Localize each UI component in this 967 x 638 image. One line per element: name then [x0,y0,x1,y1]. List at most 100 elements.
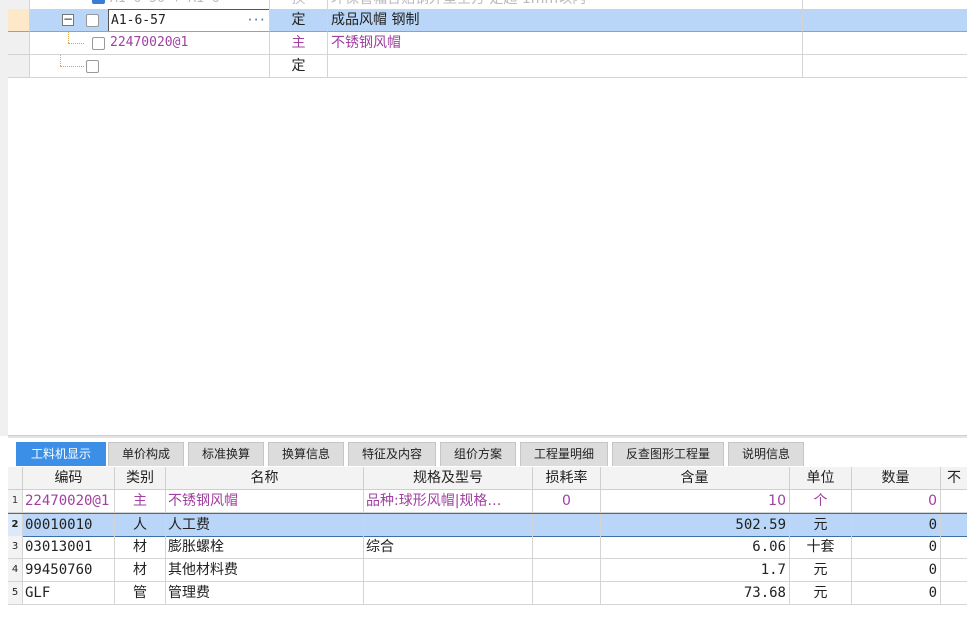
quantity-cell[interactable]: 0 [852,559,941,582]
truncated-cell [941,536,967,559]
content-cell[interactable]: 502.59 [601,514,790,537]
tab-standard-conversion[interactable]: 标准换算 [188,442,264,466]
row-indicator [8,32,30,55]
header-unit[interactable]: 单位 [790,467,852,490]
loss-rate-cell[interactable] [533,582,601,605]
type-cell[interactable]: 材 [115,559,166,582]
type-cell[interactable]: 材 [115,536,166,559]
header-loss-rate[interactable]: 损耗率 [533,467,601,490]
row-checkbox[interactable] [92,0,105,4]
row-number: 5 [8,582,23,605]
code-cell[interactable]: GLF [23,582,115,605]
extra-cell [803,32,967,55]
name-cell[interactable]: 不锈钢风帽 [166,490,364,513]
tab-quantity-details[interactable]: 工程量明细 [520,442,608,466]
loss-rate-cell[interactable] [533,514,601,537]
row-indicator [8,9,30,32]
unit-cell[interactable]: 个 [790,490,852,513]
row-number: 1 [8,490,23,513]
tab-pricing-scheme[interactable]: 组价方案 [440,442,516,466]
code-cell[interactable] [30,55,270,78]
tab-description[interactable]: 说明信息 [728,442,804,466]
quantity-cell[interactable]: 0 [852,536,941,559]
spec-cell[interactable] [364,582,533,605]
table-row[interactable]: 定 [8,55,967,78]
name-cell[interactable]: 人工费 [166,514,364,537]
spec-cell[interactable] [364,514,533,537]
row-checkbox[interactable] [86,14,99,27]
content-cell[interactable]: 10 [601,490,790,513]
code-cell[interactable]: 00010010 [23,514,115,537]
header-spec[interactable]: 规格及型号 [364,467,533,490]
tree-line [68,43,84,44]
unit-cell[interactable]: 元 [790,582,852,605]
row-number: 3 [8,536,23,559]
name-cell[interactable]: 其他材料费 [166,559,364,582]
type-cell: 定 [270,9,328,32]
header-quantity[interactable]: 数量 [852,467,941,490]
unit-cell[interactable]: 十套 [790,536,852,559]
name-cell: 成品风帽 钢制 [328,9,803,32]
code-cell[interactable]: 22470020@1 [23,490,115,513]
tab-unit-price-composition[interactable]: 单价构成 [108,442,184,466]
header-name[interactable]: 名称 [166,467,364,490]
header-content[interactable]: 含量 [601,467,790,490]
name-cell[interactable]: 膨胀螺栓 [166,536,364,559]
left-gutter [0,0,8,436]
loss-rate-cell[interactable] [533,559,601,582]
truncated-cell [941,582,967,605]
table-row[interactable]: 5 GLF 管 管理费 73.68 元 0 [8,582,967,605]
spec-cell[interactable] [364,559,533,582]
loss-rate-cell[interactable] [533,536,601,559]
quantity-cell[interactable]: 0 [852,582,941,605]
type-cell[interactable]: 主 [115,490,166,513]
tab-reverse-graphic-quantity[interactable]: 反查图形工程量 [612,442,724,466]
table-row[interactable]: 4 99450760 材 其他材料费 1.7 元 0 [8,559,967,582]
unit-cell[interactable]: 元 [790,559,852,582]
code-cell[interactable]: 99450760 [23,559,115,582]
table-row[interactable]: 3 03013001 材 膨胀螺栓 综合 6.06 十套 0 [8,536,967,559]
type-cell[interactable]: 人 [115,514,166,537]
header-truncated[interactable]: 不 [941,467,967,490]
row-number: 4 [8,559,23,582]
code-cell[interactable]: 22470020@1 [30,32,270,55]
name-cell: 不锈钢风帽 [328,32,803,55]
quantity-cell[interactable]: 0 [852,514,941,537]
code-cell[interactable]: − A1-6-57 ··· [30,9,270,32]
content-cell[interactable]: 1.7 [601,559,790,582]
tab-conversion-info[interactable]: 换算信息 [268,442,344,466]
tree-line [68,32,69,43]
code-edit-field[interactable]: A1-6-57 ··· [108,9,269,31]
code-cell[interactable]: 03013001 [23,536,115,559]
app-window: A1-6-56 + A1-6 换 环保管幅合贴钢外型空方 定超 1mm以内 − … [0,0,967,638]
truncated-cell [941,559,967,582]
loss-rate-cell[interactable]: 0 [533,490,601,513]
truncated-cell [941,514,967,537]
content-cell[interactable]: 73.68 [601,582,790,605]
row-checkbox[interactable] [92,37,105,50]
type-cell[interactable]: 管 [115,582,166,605]
table-header: 编码 类别 名称 规格及型号 损耗率 含量 单位 数量 不 [8,467,967,490]
tab-labor-material-machine[interactable]: 工料机显示 [16,442,106,466]
tab-features-content[interactable]: 特征及内容 [348,442,436,466]
table-row-selected[interactable]: 2 00010010 人 人工费 502.59 元 0 [8,513,967,537]
table-row-selected[interactable]: − A1-6-57 ··· 定 成品风帽 钢制 [8,9,967,32]
row-checkbox[interactable] [86,60,99,73]
table-row[interactable]: 1 22470020@1 主 不锈钢风帽 品种:球形风帽|规格… 0 10 个 … [8,490,967,513]
quantity-cell[interactable]: 0 [852,490,941,513]
type-cell: 主 [270,32,328,55]
spec-cell[interactable]: 品种:球形风帽|规格… [364,490,533,513]
row-number: 2 [8,514,23,537]
name-cell[interactable]: 管理费 [166,582,364,605]
collapse-icon[interactable]: − [62,13,74,26]
truncated-cell [941,490,967,513]
content-cell[interactable]: 6.06 [601,536,790,559]
spec-cell[interactable]: 综合 [364,536,533,559]
header-type[interactable]: 类别 [115,467,166,490]
tree-line [60,66,84,67]
header-code[interactable]: 编码 [23,467,115,490]
more-options-icon[interactable]: ··· [246,10,266,31]
unit-cell[interactable]: 元 [790,514,852,537]
table-row[interactable]: 22470020@1 主 不锈钢风帽 [8,32,967,55]
row-indicator [8,55,30,78]
